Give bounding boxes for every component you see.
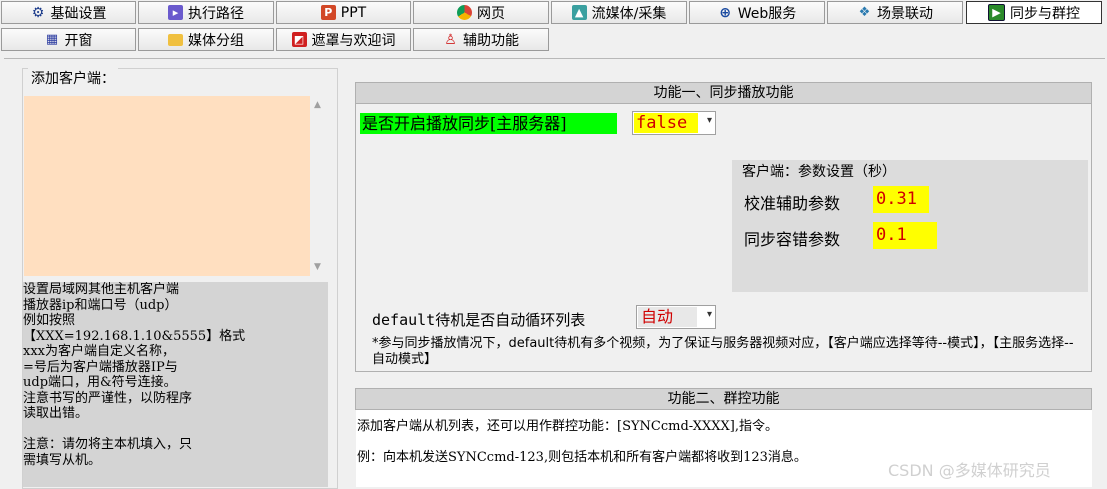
sync-enable-select[interactable]: false ▾ xyxy=(632,111,716,135)
chevron-down-icon[interactable]: ▾ xyxy=(707,115,712,126)
tab-streaming[interactable]: ▲ 流媒体/采集 xyxy=(551,1,687,24)
sync-enable-value: false xyxy=(634,113,698,133)
grid-icon: ▦ xyxy=(45,32,59,47)
scroll-down-icon[interactable]: ▼ xyxy=(314,262,321,272)
tab-scene-link[interactable]: ❖ 场景联动 xyxy=(827,1,963,24)
assist-icon: ♙ xyxy=(444,31,457,48)
tab-label: Web服务 xyxy=(737,5,797,22)
tab-basic-settings[interactable]: ⚙ 基础设置 xyxy=(1,1,136,24)
gear-icon: ⚙ xyxy=(31,4,45,21)
client-instructions: 设置局域网其他主机客户端 播放器ip和端口号（udp） 例如按照 【XXX=19… xyxy=(23,282,328,487)
group-control-line2: 例：向本机发送SYNCcmd-123,则包括本机和所有客户端都将收到123消息。 xyxy=(357,450,807,465)
tab-label: 媒体分组 xyxy=(188,32,244,49)
tab-label: 流媒体/采集 xyxy=(591,5,667,22)
tab-media-group[interactable]: 媒体分组 xyxy=(138,28,274,51)
tab-open-window[interactable]: ▦ 开窗 xyxy=(1,28,136,51)
chevron-down-icon[interactable]: ▾ xyxy=(707,309,712,320)
path-icon: ▸ xyxy=(168,5,183,20)
tab-label: 基础设置 xyxy=(50,5,107,22)
tab-web-service[interactable]: ⊕ Web服务 xyxy=(689,1,825,24)
client-list-textarea[interactable] xyxy=(24,96,310,276)
client-list-scrollbar[interactable]: ▲ ▼ xyxy=(310,96,327,276)
tab-webpage[interactable]: 网页 xyxy=(413,1,549,24)
tab-label: 执行路径 xyxy=(188,5,244,22)
sync-icon: ▶ xyxy=(988,4,1005,21)
group-control-line1: 添加客户端从机列表，还可以用作群控功能：[SYNCcmd-XXXX],指令。 xyxy=(357,419,778,434)
tab-label: 同步与群控 xyxy=(1010,5,1080,22)
scroll-up-icon[interactable]: ▲ xyxy=(314,100,321,110)
chrome-icon xyxy=(457,5,472,20)
watermark: CSDN @多媒体研究员 xyxy=(888,461,1051,480)
tab-ppt[interactable]: P PPT xyxy=(276,1,411,24)
scene-icon: ❖ xyxy=(858,5,871,20)
tab-mask-welcome[interactable]: ◩ 遮罩与欢迎词 xyxy=(276,28,411,51)
calib-label: 校准辅助参数 xyxy=(744,194,841,213)
ppt-icon: P xyxy=(320,5,336,20)
client-param-title: 客户端：参数设置（秒） xyxy=(742,164,896,180)
tolerance-input[interactable]: 0.1 xyxy=(873,222,937,249)
sync-section-title: 功能一、同步播放功能 xyxy=(355,82,1092,104)
tab-sync-group[interactable]: ▶ 同步与群控 xyxy=(966,1,1102,24)
tab-assist[interactable]: ♙ 辅助功能 xyxy=(413,28,549,51)
tab-label: PPT xyxy=(340,4,367,21)
tab-exec-path[interactable]: ▸ 执行路径 xyxy=(138,1,274,24)
tab-label: 开窗 xyxy=(64,32,93,49)
default-loop-value: 自动 xyxy=(638,307,697,327)
client-group-title: 添加客户端： xyxy=(28,68,118,88)
tab-label: 遮罩与欢迎词 xyxy=(311,32,396,49)
tab-label: 辅助功能 xyxy=(463,32,519,49)
sync-enable-label: 是否开启播放同步[主服务器] xyxy=(360,113,617,134)
tab-label: 场景联动 xyxy=(877,5,933,22)
globe-icon: ⊕ xyxy=(719,4,732,21)
group-control-title: 功能二、群控功能 xyxy=(355,388,1092,410)
calib-input[interactable]: 0.31 xyxy=(873,186,929,213)
default-loop-label: default待机是否自动循环列表 xyxy=(372,311,586,329)
mask-icon: ◩ xyxy=(291,32,307,47)
stream-icon: ▲ xyxy=(571,5,587,20)
default-loop-select[interactable]: 自动 ▾ xyxy=(636,305,716,329)
folder-icon xyxy=(168,33,183,46)
tab-label: 网页 xyxy=(477,5,505,22)
sync-info-text: *参与同步播放情况下，default待机有多个视频，为了保证与服务器视频对应，【… xyxy=(372,336,1074,367)
tolerance-label: 同步容错参数 xyxy=(744,230,841,249)
